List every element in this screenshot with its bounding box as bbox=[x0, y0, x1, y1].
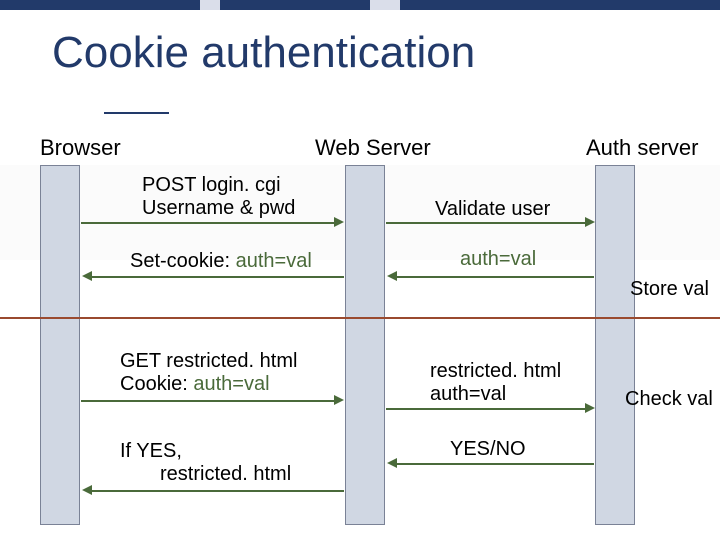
arrow-m4-head bbox=[387, 271, 397, 281]
note-check-val: Check val bbox=[625, 388, 713, 411]
arrow-m2 bbox=[386, 222, 586, 224]
msg-set-cookie: Set-cookie: auth=val bbox=[130, 250, 312, 273]
msg-get-restricted: GET restricted. html Cookie: auth=val bbox=[120, 350, 297, 396]
arrow-m7-head bbox=[82, 485, 92, 495]
arrow-m8 bbox=[397, 463, 594, 465]
msg-post-login: POST login. cgi Username & pwd bbox=[142, 174, 295, 220]
top-strip bbox=[0, 0, 720, 10]
arrow-m3-head bbox=[82, 271, 92, 281]
msg-validate-user: Validate user bbox=[435, 198, 550, 221]
arrow-m3 bbox=[92, 276, 344, 278]
arrow-m5 bbox=[81, 400, 335, 402]
msg-set-cookie-prefix: Set-cookie: bbox=[130, 250, 236, 272]
lifeline-auth bbox=[595, 165, 635, 525]
arrow-m4 bbox=[397, 276, 594, 278]
msg-if-yes-line1: If YES, bbox=[120, 440, 291, 463]
msg-get-restricted-line1: GET restricted. html bbox=[120, 350, 297, 373]
page-title: Cookie authentication bbox=[52, 28, 475, 78]
msg-if-yes: If YES, restricted. html bbox=[120, 440, 291, 486]
msg-post-login-line1: POST login. cgi bbox=[142, 174, 295, 197]
msg-auth-val-back: auth=val bbox=[460, 248, 536, 271]
title-underline bbox=[104, 112, 169, 114]
phase-divider bbox=[0, 317, 720, 319]
arrow-m2-head bbox=[585, 217, 595, 227]
msg-set-cookie-val: auth=val bbox=[236, 250, 312, 272]
msg-forward-restricted-line1: restricted. html bbox=[430, 360, 561, 383]
arrow-m1-head bbox=[334, 217, 344, 227]
msg-post-login-line2: Username & pwd bbox=[142, 197, 295, 220]
note-store-val: Store val bbox=[630, 278, 709, 301]
arrow-m7 bbox=[92, 490, 344, 492]
arrow-m6-head bbox=[585, 403, 595, 413]
arrow-m6 bbox=[386, 408, 586, 410]
arrow-m1 bbox=[81, 222, 335, 224]
msg-get-restricted-line2-prefix: Cookie: bbox=[120, 373, 193, 395]
lifeline-web bbox=[345, 165, 385, 525]
msg-yes-no: YES/NO bbox=[450, 438, 526, 461]
lane-auth: Auth server bbox=[586, 135, 699, 161]
lane-web: Web Server bbox=[315, 135, 431, 161]
msg-if-yes-line2: restricted. html bbox=[120, 463, 291, 486]
msg-forward-restricted-line2: auth=val bbox=[430, 383, 561, 406]
lane-browser: Browser bbox=[40, 135, 121, 161]
arrow-m8-head bbox=[387, 458, 397, 468]
lifeline-browser bbox=[40, 165, 80, 525]
arrow-m5-head bbox=[334, 395, 344, 405]
msg-get-restricted-line2-val: auth=val bbox=[193, 373, 269, 395]
msg-forward-restricted: restricted. html auth=val bbox=[430, 360, 561, 406]
